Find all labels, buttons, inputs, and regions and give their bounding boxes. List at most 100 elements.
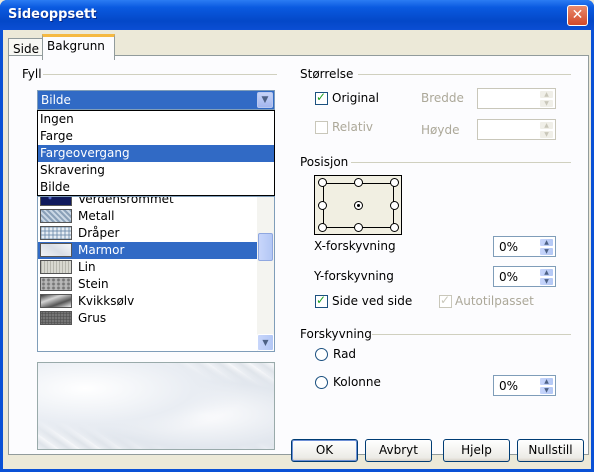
original-checkbox[interactable]: [315, 90, 328, 105]
position-bottom-center[interactable]: [354, 223, 363, 232]
bitmap-label: Lin: [78, 260, 96, 274]
list-item[interactable]: Stein: [38, 276, 258, 293]
offset-group-divider: [372, 334, 571, 335]
fill-type-select[interactable]: Bilde ▼: [37, 90, 275, 110]
y-offset-label: Y-forskyvning: [314, 269, 394, 283]
x-offset-label: X-forskyvning: [314, 239, 396, 253]
original-label: Original: [332, 91, 379, 105]
bitmap-label: Dråper: [78, 226, 120, 240]
position-grid[interactable]: [314, 175, 402, 235]
row-radio[interactable]: [315, 348, 328, 361]
list-item[interactable]: Dråper: [38, 225, 258, 242]
position-middle-right[interactable]: [390, 201, 399, 210]
offset-value: 0%: [499, 379, 519, 393]
bitmap-label: Grus: [78, 311, 107, 325]
bitmap-thumbnail: [40, 260, 72, 274]
chevron-down-icon[interactable]: ▼: [257, 92, 273, 108]
position-top-right[interactable]: [390, 178, 399, 187]
position-center[interactable]: [354, 201, 363, 210]
size-group-divider: [358, 74, 571, 75]
list-item[interactable]: Marmor: [38, 242, 258, 259]
dropdown-option-skravering[interactable]: Skravering: [38, 162, 274, 179]
bitmap-list-scrollbar[interactable]: ▼: [257, 197, 274, 351]
position-middle-left[interactable]: [318, 201, 327, 210]
bitmap-thumbnail: [40, 226, 72, 240]
window-title: Sideoppsett: [8, 7, 97, 22]
tab-bakgrunn[interactable]: Bakgrunn: [42, 34, 115, 60]
dropdown-option-fargeovergang[interactable]: Fargeovergang: [38, 145, 274, 162]
position-bottom-left[interactable]: [318, 223, 327, 232]
relative-label: Relativ: [332, 120, 374, 134]
reset-button[interactable]: Nullstill: [517, 439, 584, 462]
spin-down-icon[interactable]: ▼: [539, 386, 554, 395]
tab-side-label: Side: [13, 42, 39, 56]
position-top-left[interactable]: [318, 178, 327, 187]
offset-spinbox[interactable]: 0% ▲ ▼: [493, 375, 556, 396]
spin-up-icon[interactable]: ▲: [539, 121, 554, 130]
height-label: Høyde: [421, 123, 460, 137]
list-item[interactable]: Lin: [38, 259, 258, 276]
fill-group-label: Fyll: [22, 67, 42, 81]
bitmap-label: Kvikksølv: [78, 294, 135, 308]
dropdown-option-farge[interactable]: Farge: [38, 128, 274, 145]
spin-up-icon[interactable]: ▲: [539, 268, 554, 277]
spin-up-icon[interactable]: ▲: [539, 377, 554, 386]
position-bottom-right[interactable]: [390, 223, 399, 232]
list-item[interactable]: Grus: [38, 310, 258, 327]
spin-down-icon[interactable]: ▼: [539, 277, 554, 286]
bitmap-thumbnail: [40, 294, 72, 308]
fill-type-value: Bilde: [41, 93, 71, 107]
row-label: Rad: [333, 347, 357, 361]
width-label: Bredde: [421, 91, 464, 105]
dialog-client-area: Side Bakgrunn Fyll Bilde ▼ Ingen Farge F…: [3, 30, 591, 469]
bitmap-thumbnail: [40, 277, 72, 291]
background-preview: [37, 362, 275, 450]
bitmap-thumbnail: [40, 243, 72, 257]
spin-down-icon[interactable]: ▼: [539, 130, 554, 139]
autofit-checkbox[interactable]: [439, 293, 452, 308]
position-group-label: Posisjon: [300, 155, 349, 169]
list-item[interactable]: Metall: [38, 208, 258, 225]
dropdown-option-bilde[interactable]: Bilde: [38, 179, 274, 196]
width-spinbox[interactable]: ▲ ▼: [477, 88, 556, 109]
scrollbar-thumb[interactable]: [258, 233, 273, 261]
position-top-center[interactable]: [354, 178, 363, 187]
cancel-button[interactable]: Avbryt: [365, 439, 432, 462]
title-bar[interactable]: Sideoppsett ✕: [0, 0, 594, 30]
column-radio[interactable]: [315, 376, 328, 389]
dropdown-option-ingen[interactable]: Ingen: [38, 111, 274, 128]
autofit-label: Autotilpasset: [455, 294, 534, 308]
tab-bakgrunn-label: Bakgrunn: [47, 39, 105, 53]
dialog-window: Sideoppsett ✕ Side Bakgrunn Fyll Bilde ▼…: [0, 0, 594, 472]
bitmap-label: Metall: [78, 209, 115, 223]
bitmap-thumbnail: [40, 209, 72, 223]
x-offset-spinbox[interactable]: 0% ▲ ▼: [493, 236, 556, 257]
spin-up-icon[interactable]: ▲: [539, 238, 554, 247]
help-button[interactable]: Hjelp: [443, 439, 510, 462]
close-button[interactable]: ✕: [567, 5, 588, 26]
bitmap-list[interactable]: Verdensrommet Metall Dråper Marmor Lin S…: [37, 196, 275, 352]
list-item[interactable]: Kvikksølv: [38, 293, 258, 310]
offset-group-label: Forskyvning: [300, 327, 372, 341]
relative-checkbox[interactable]: [315, 121, 328, 134]
y-offset-spinbox[interactable]: 0% ▲ ▼: [493, 266, 556, 287]
tile-label: Side ved side: [332, 294, 413, 308]
spin-down-icon[interactable]: ▼: [539, 247, 554, 256]
bitmap-label: Stein: [78, 277, 109, 291]
size-group-label: Størrelse: [300, 67, 354, 81]
height-spinbox[interactable]: ▲ ▼: [477, 119, 556, 140]
column-label: Kolonne: [333, 375, 381, 389]
y-offset-value: 0%: [499, 270, 519, 284]
position-group-divider: [351, 162, 571, 163]
scroll-down-icon[interactable]: ▼: [257, 334, 274, 351]
fill-type-dropdown[interactable]: Ingen Farge Fargeovergang Skravering Bil…: [37, 110, 275, 196]
tile-checkbox[interactable]: [315, 293, 328, 308]
spin-up-icon[interactable]: ▲: [539, 90, 554, 99]
bitmap-thumbnail: [40, 311, 72, 325]
bitmap-label: Marmor: [78, 243, 125, 257]
ok-button[interactable]: OK: [291, 439, 358, 462]
bitmap-thumbnail: [40, 197, 72, 206]
x-offset-value: 0%: [499, 240, 519, 254]
spin-down-icon[interactable]: ▼: [539, 99, 554, 108]
list-item[interactable]: Verdensrommet: [38, 197, 258, 208]
